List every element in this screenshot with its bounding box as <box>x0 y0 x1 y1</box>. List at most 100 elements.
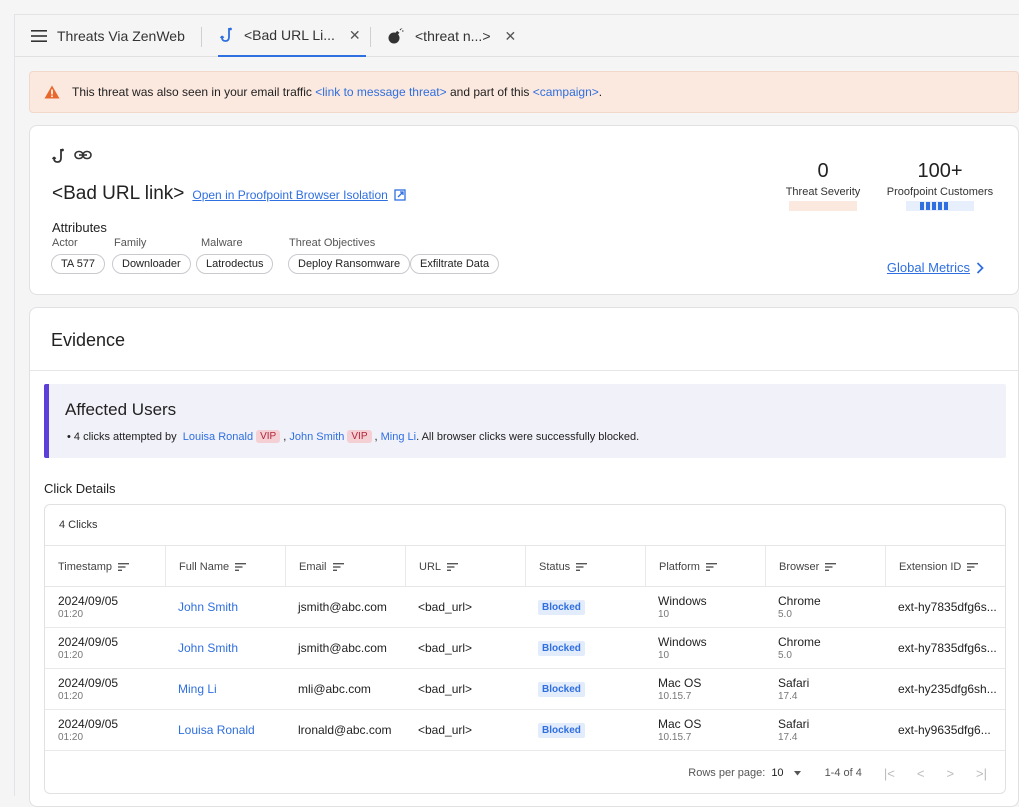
tab-label: <threat n...> <box>415 28 491 44</box>
threat-severity-value: 0 <box>817 160 829 182</box>
customers-bar-fill <box>920 202 948 210</box>
url-cell: <bad_url> <box>418 723 473 737</box>
column-label: Browser <box>779 560 820 573</box>
timestamp-cell: 2024/09/05 01:20 <box>58 635 119 661</box>
user-name-link[interactable]: Ming Li <box>178 682 285 696</box>
threat-summary-card: <Bad URL link> Open in Proofpoint Browse… <box>29 125 1019 295</box>
last-page-icon[interactable]: >| <box>976 766 987 781</box>
malware-chip[interactable]: Latrodectus <box>196 254 274 274</box>
column-label: URL <box>419 560 442 573</box>
sort-icon[interactable] <box>576 562 588 571</box>
status-badge: Blocked <box>538 599 585 615</box>
tab-threats-via-zenweb[interactable]: Threats Via ZenWeb <box>31 15 185 57</box>
status-cell: Blocked <box>525 587 645 627</box>
column-header-extension-id[interactable]: Extension ID <box>885 546 1005 587</box>
summary-text: • 4 clicks attempted by <box>67 430 177 443</box>
platform-cell: Windows 10 <box>658 594 707 620</box>
status-badge: Blocked <box>538 722 585 738</box>
first-page-icon[interactable]: |< <box>884 766 895 781</box>
objective-chip[interactable]: Exfiltrate Data <box>410 254 500 274</box>
next-page-icon[interactable]: > <box>946 766 954 781</box>
click-details-table: 4 Clicks Timestamp Full Name Email URL S… <box>44 504 1006 794</box>
full-name-cell: Ming Li <box>165 669 285 709</box>
threat-severity-metric: 0 Threat Severity <box>778 160 868 211</box>
platform-cell: Windows 10 <box>658 635 707 661</box>
actor-chip[interactable]: TA 577 <box>51 254 106 274</box>
email-traffic-banner: This threat was also seen in your email … <box>29 71 1019 113</box>
evidence-card: Evidence Affected Users • 4 clicks attem… <box>29 307 1019 807</box>
user-link-ming-li[interactable]: Ming Li <box>381 431 416 443</box>
threat-severity-label: Threat Severity <box>785 186 861 198</box>
column-header-email[interactable]: Email <box>285 546 405 587</box>
rows-per-page-select[interactable]: 10 <box>771 767 801 779</box>
table-row[interactable]: 2024/09/05 01:20 Louisa Ronald lronald@ab… <box>45 710 1005 751</box>
previous-page-icon[interactable]: < <box>917 766 925 781</box>
browser-cell: Safari 17.4 <box>778 717 810 743</box>
email-cell: mli@abc.com <box>298 682 371 696</box>
sort-icon[interactable] <box>705 562 717 571</box>
family-chip[interactable]: Downloader <box>112 254 191 274</box>
click-details-heading: Click Details <box>44 481 116 496</box>
table-row[interactable]: 2024/09/05 01:20 John Smith jsmith@abc.co… <box>45 587 1005 628</box>
status-badge: Blocked <box>538 640 585 656</box>
phishing-hook-icon <box>220 27 234 43</box>
column-label: Extension ID <box>899 560 962 573</box>
user-link-louisa-ronald[interactable]: Louisa Ronald <box>183 431 253 443</box>
affected-users-heading: Affected Users <box>65 400 177 419</box>
sort-icon[interactable] <box>967 562 979 571</box>
user-name-link[interactable]: John Smith <box>178 641 285 655</box>
caret-down-icon <box>793 770 801 776</box>
url-cell: <bad_url> <box>418 600 473 614</box>
close-tab-icon[interactable]: ✕ <box>349 27 361 44</box>
external-link-icon <box>394 189 406 201</box>
banner-text: and part of this <box>450 85 530 99</box>
threat-severity-bar <box>789 201 857 211</box>
browser-cell: Safari 17.4 <box>778 676 810 702</box>
global-metrics-label: Global Metrics <box>886 260 970 275</box>
email-cell: lronald@abc.com <box>298 723 392 737</box>
sort-icon[interactable] <box>235 562 247 571</box>
customers-label: Proofpoint Customers <box>886 186 994 198</box>
column-header-status[interactable]: Status <box>525 546 645 587</box>
objective-chip[interactable]: Deploy Ransomware <box>288 254 411 274</box>
column-header-timestamp[interactable]: Timestamp <box>45 546 165 587</box>
status-badge: Blocked <box>538 681 585 697</box>
platform-cell: Mac OS 10.15.7 <box>658 676 702 702</box>
global-metrics-link[interactable]: Global Metrics <box>887 260 984 275</box>
table-pagination: Rows per page: 10 1-4 of 4 |< < > >| <box>45 753 1005 793</box>
open-browser-isolation-link[interactable]: Open in Proofpoint Browser Isolation <box>192 188 406 202</box>
column-header-browser[interactable]: Browser <box>765 546 885 587</box>
column-header-url[interactable]: URL <box>405 546 525 587</box>
threat-title: <Bad URL link> <box>52 183 185 204</box>
campaign-link[interactable]: <campaign> <box>533 85 599 99</box>
close-tab-icon[interactable]: ✕ <box>505 28 517 45</box>
url-cell: <bad_url> <box>418 682 473 696</box>
table-row[interactable]: 2024/09/05 01:20 John Smith jsmith@abc.co… <box>45 628 1005 669</box>
sort-icon[interactable] <box>825 562 837 571</box>
sort-icon[interactable] <box>332 562 344 571</box>
full-name-cell: John Smith <box>165 587 285 627</box>
column-label: Email <box>299 560 327 573</box>
user-name-link[interactable]: Louisa Ronald <box>178 723 285 737</box>
hamburger-menu-icon[interactable] <box>31 30 47 42</box>
column-header-platform[interactable]: Platform <box>645 546 765 587</box>
affected-users-panel: Affected Users • 4 clicks attempted by L… <box>44 384 1006 458</box>
attributes-heading: Attributes <box>52 220 107 235</box>
tab-bar: Threats Via ZenWeb <Bad URL Li... ✕ <thr… <box>15 15 1019 57</box>
timestamp-cell: 2024/09/05 01:20 <box>58 594 119 620</box>
user-name-link[interactable]: John Smith <box>178 600 285 614</box>
evidence-title: Evidence <box>51 330 126 350</box>
platform-cell: Mac OS 10.15.7 <box>658 717 702 743</box>
table-row[interactable]: 2024/09/05 01:20 Ming Li mli@abc.com <bad… <box>45 669 1005 710</box>
column-header-full-name[interactable]: Full Name <box>165 546 285 587</box>
timestamp-cell: 2024/09/05 01:20 <box>58 717 119 743</box>
tab-bad-url-link[interactable]: <Bad URL Li... ✕ <box>218 15 366 57</box>
sort-icon[interactable] <box>447 562 459 571</box>
sort-icon[interactable] <box>118 562 129 571</box>
user-link-john-smith[interactable]: John Smith <box>289 431 344 443</box>
app-frame: Threats Via ZenWeb <Bad URL Li... ✕ <thr… <box>14 14 1019 807</box>
summary-text: , <box>374 430 378 443</box>
proofpoint-customers-metric: 100+ Proofpoint Customers <box>880 160 1000 211</box>
message-threat-link[interactable]: <link to message threat> <box>315 85 446 99</box>
tab-threat-name[interactable]: <threat n...> ✕ <box>387 15 516 57</box>
